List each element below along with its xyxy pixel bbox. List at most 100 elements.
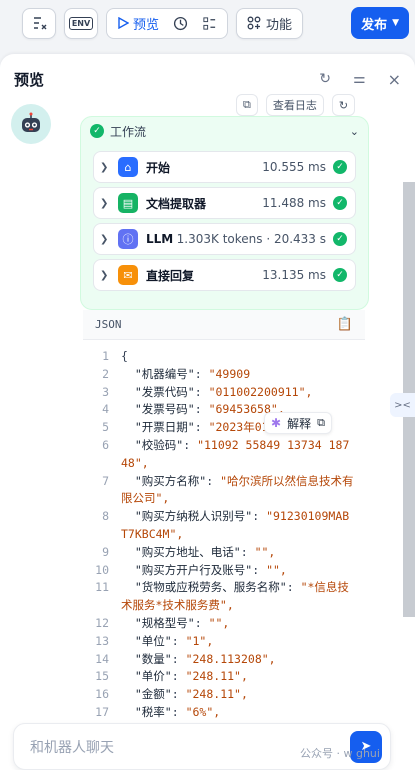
node-metric: 11.488 ms [262, 196, 326, 210]
json-label: JSON [95, 318, 122, 331]
chat-input[interactable]: 和机器人聊天 [30, 737, 114, 757]
publish-button[interactable]: 发布 ▼ [351, 7, 409, 39]
checklist-button[interactable] [198, 12, 221, 35]
explain-button[interactable]: 解释 [287, 415, 311, 432]
success-check-icon: ✓ [333, 196, 347, 210]
line-text: "金额": "248.11", [134, 687, 248, 702]
line-number: 1 [102, 349, 109, 363]
code-line: 13 "单位": "1", [83, 633, 365, 651]
grid-icon [247, 16, 261, 30]
env-icon: ENV [68, 16, 94, 30]
workflow-node[interactable]: ❯ ⌂ 开始 10.555 ms ✓ [93, 151, 356, 183]
line-number: 14 [95, 651, 109, 666]
workflow-node[interactable]: ❯ ▤ 文档提取器 11.488 ms ✓ [93, 187, 356, 219]
settings-sliders-icon[interactable]: ⚌ [353, 71, 366, 87]
regenerate-button[interactable]: ↻ [331, 94, 356, 116]
line-number: 2 [102, 366, 109, 381]
restart-icon[interactable]: ↻ [319, 71, 331, 87]
success-check-icon: ✓ [333, 232, 347, 246]
bot-avatar [11, 104, 51, 144]
node-label: 直接回复 [146, 268, 195, 283]
chevron-right-icon: ❯ [100, 161, 109, 173]
line-text: "购买方名称": "哈尔滨所以然信息技术有限公司", [121, 473, 354, 506]
code-line: 14 "数量": "248.113208", [83, 651, 365, 669]
workflow-card: ✓ 工作流 ⌄ ❯ ⌂ 开始 10.555 ms ✓ ❯ ▤ 文档提取器 11.488 ms ✓ ❯… [80, 116, 369, 310]
brain-icon: ✱ [271, 416, 282, 430]
json-header: JSON 📋 [83, 310, 365, 340]
code-line: 11 "货物或应税劳务、服务名称": "*信息技术服务*技术服务费", [83, 579, 365, 615]
node-label: LLM [146, 232, 174, 246]
features-label: 功能 [266, 17, 293, 33]
copy-icon[interactable]: ⧉ [317, 416, 325, 430]
node-label: 开始 [146, 160, 171, 175]
line-text: "校验码": "11092 55849 13734 18748", [121, 437, 350, 470]
debug-toggle-button[interactable] [22, 7, 56, 39]
line-number: 12 [95, 615, 109, 630]
code-line: 8 "购买方纳税人识别号": "91230109MABT7KBC4M", [83, 508, 365, 544]
chevron-right-icon: ❯ [100, 197, 109, 209]
checklist-icon [34, 17, 47, 30]
play-icon [118, 17, 129, 29]
chevron-right-icon: ❯ [100, 269, 109, 281]
node-metric: 1.303K tokens · 20.433 s [176, 232, 326, 246]
line-number: 5 [102, 420, 109, 435]
collapse-side-button[interactable]: >< [390, 393, 415, 417]
workflow-node[interactable]: ❯ ✉ 直接回复 13.135 ms ✓ [93, 259, 356, 291]
view-log-button[interactable]: 查看日志 [265, 94, 324, 116]
code-line: 3 "发票代码": "011002200911", [83, 384, 365, 402]
line-text: "税率": "6%", [134, 704, 221, 719]
line-number: 6 [102, 437, 109, 452]
explain-popover: ✱ 解释 ⧉ [264, 412, 332, 434]
top-toolbar: ENV 预览 功能 发布 ▼ [0, 0, 415, 46]
code-line: 1{ [83, 348, 365, 366]
preview-button[interactable]: 预览 [113, 12, 163, 35]
line-text: "数量": "248.113208", [134, 651, 276, 666]
preview-group: 预览 [106, 7, 229, 39]
line-number: 15 [95, 669, 109, 684]
line-number: 3 [102, 384, 109, 399]
features-button[interactable]: 功能 [236, 7, 304, 39]
code-line: 17 "税率": "6%", [83, 704, 365, 722]
code-line: 12 "规格型号": "", [83, 615, 365, 633]
code-line: 10 "购买方开户行及账号": "", [83, 562, 365, 580]
line-text: "规格型号": "", [134, 615, 230, 630]
clipboard-icon[interactable]: 📋 [337, 317, 353, 332]
line-number: 4 [102, 402, 109, 417]
workflow-header[interactable]: ✓ 工作流 ⌄ [81, 117, 368, 145]
code-line: 2 "机器编号": "49909 [83, 366, 365, 384]
panel-title: 预览 [14, 70, 45, 89]
line-number: 8 [102, 509, 109, 524]
line-number: 17 [95, 704, 109, 719]
line-text: "购买方地址、电话": "", [134, 544, 276, 559]
arrows-icon: >< [394, 399, 411, 411]
robot-icon [22, 112, 40, 132]
line-number: 10 [95, 562, 109, 577]
line-text: "购买方纳税人识别号": "91230109MABT7KBC4M", [121, 509, 350, 541]
clock-icon [173, 16, 188, 30]
line-number: 13 [95, 633, 109, 648]
close-icon[interactable]: × [388, 70, 401, 89]
chevron-down-icon[interactable]: ⌄ [350, 125, 359, 138]
code-line: 9 "购买方地址、电话": "", [83, 544, 365, 562]
node-metric: 13.135 ms [262, 268, 326, 282]
workflow-node[interactable]: ❯ ⓘ LLM 1.303K tokens · 20.433 s ✓ [93, 223, 356, 255]
line-text: "购买方开户行及账号": "", [134, 562, 287, 577]
success-check-icon: ✓ [90, 124, 104, 138]
chevron-right-icon: ❯ [100, 233, 109, 245]
line-number: 9 [102, 544, 109, 559]
home-icon: ⌂ [118, 157, 138, 177]
code-line: 16 "金额": "248.11", [83, 686, 365, 704]
view-log-label: 查看日志 [272, 99, 317, 112]
copy-message-button[interactable]: ⧉ [236, 94, 258, 116]
code-line: 7 "购买方名称": "哈尔滨所以然信息技术有限公司", [83, 473, 365, 509]
line-text: "发票代码": "011002200911", [134, 384, 313, 399]
json-code-block: JSON 📋 1{2 "机器编号": "49909 3 "发票代码": "0110… [83, 310, 365, 770]
publish-label: 发布 [361, 17, 388, 33]
history-button[interactable] [169, 12, 192, 35]
reply-icon: ✉ [118, 265, 138, 285]
node-metric: 10.555 ms [262, 160, 326, 174]
json-code: 1{2 "机器编号": "49909 3 "发票代码": "01100220091… [83, 340, 365, 740]
env-button[interactable]: ENV [64, 7, 98, 39]
preview-panel: 预览 ↻ ⚌ × ⧉ 查看日志 ↻ ✓ 工作流 ⌄ ❯ ⌂ 开始 10.555 ms ✓… [0, 54, 415, 770]
message-actions: ⧉ 查看日志 ↻ [236, 94, 356, 116]
